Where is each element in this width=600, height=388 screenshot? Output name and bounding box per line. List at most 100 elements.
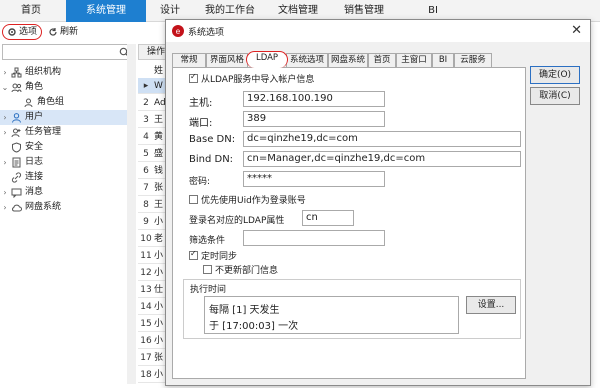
tree-item-label: 角色 <box>25 82 44 92</box>
svg-text:e: e <box>176 27 181 36</box>
cell: Ad <box>154 98 166 108</box>
link-icon <box>10 172 22 184</box>
cancel-button[interactable]: 取消(C) <box>530 87 580 105</box>
no-dept-update-label: 不更新部门信息 <box>215 266 279 276</box>
tree-item-messages[interactable]: › 消息 <box>0 185 136 200</box>
cell: 小 <box>154 217 164 227</box>
refresh-button[interactable]: 刷新 <box>48 24 78 40</box>
user-icon <box>10 112 22 124</box>
cloud-icon <box>10 202 22 214</box>
schedule-settings-button[interactable]: 设置... <box>466 296 516 314</box>
tree-item-label: 安全 <box>25 142 44 152</box>
scheduled-sync-label: 定时同步 <box>201 252 238 262</box>
cell: 王 <box>154 115 164 125</box>
cell: 盛 <box>154 149 164 159</box>
no-dept-update-checkbox[interactable] <box>203 265 212 274</box>
schedule-label: 执行时间 <box>190 285 227 295</box>
cell: 小 <box>154 268 164 278</box>
port-label: 端口: <box>189 118 213 129</box>
expand-arrow-icon[interactable]: › <box>0 155 10 170</box>
basedn-input[interactable]: dc=qinzhe19,dc=com <box>243 131 521 147</box>
options-button[interactable]: 选项 <box>2 24 43 40</box>
expand-arrow-icon[interactable]: › <box>0 110 10 125</box>
cell: 仕 <box>154 285 164 295</box>
expand-arrow-icon[interactable]: › <box>0 185 10 200</box>
nav-system-management[interactable]: 系统管理 <box>66 0 146 22</box>
ldap-attr-label: 登录名对应的LDAP属性 <box>189 216 285 226</box>
tree-search-input[interactable] <box>2 44 134 60</box>
schedule-line-1: 每隔 [1] 天发生 <box>209 305 280 316</box>
dialog-tabs: 常规 界面风格 LDAP 系统选项 网盘系统 首页 主窗口 BI 云服务 <box>172 51 518 68</box>
tab-cloud-service[interactable]: 云服务 <box>454 53 492 67</box>
filter-label: 筛选条件 <box>189 236 226 246</box>
dialog-title: 系统选项 <box>188 28 225 38</box>
schedule-display: 每隔 [1] 天发生 于 [17:00:03] 一次 <box>204 296 459 334</box>
cell: 老 <box>154 234 164 244</box>
tab-system-options[interactable]: 系统选项 <box>286 53 328 67</box>
tab-ldap[interactable]: LDAP <box>246 51 288 68</box>
tree-item-label: 任务管理 <box>25 127 62 137</box>
tree-item-roles[interactable]: ⌄ 角色 <box>0 80 136 95</box>
collapse-arrow-icon[interactable]: ⌄ <box>0 80 10 95</box>
close-icon[interactable]: ✕ <box>571 23 582 38</box>
role-group-icon <box>22 97 34 109</box>
gear-icon <box>8 28 16 36</box>
port-input[interactable]: 389 <box>243 111 385 127</box>
import-ldap-checkbox[interactable] <box>189 72 198 83</box>
app-logo-icon: e <box>172 25 184 37</box>
tab-main-window[interactable]: 主窗口 <box>396 53 432 67</box>
cell: 黄 <box>154 132 164 142</box>
dialog-titlebar: e 系统选项 ✕ <box>166 20 590 42</box>
use-uid-label: 优先使用Uid作为登录账号 <box>201 196 306 206</box>
tab-cloud-disk[interactable]: 网盘系统 <box>328 53 368 67</box>
tree-item-label: 连接 <box>25 172 44 182</box>
tree-item-label: 消息 <box>25 187 44 197</box>
tree-item-label: 组织机构 <box>25 67 62 77</box>
refresh-icon <box>49 28 57 36</box>
tree-item-label: 角色组 <box>37 97 65 107</box>
tree-item-label: 网盘系统 <box>25 202 62 212</box>
expand-arrow-icon[interactable]: › <box>0 200 10 215</box>
expand-arrow-icon[interactable]: › <box>0 125 10 140</box>
nav-home[interactable]: 首页 <box>0 0 62 22</box>
schedule-group: 执行时间 每隔 [1] 天发生 于 [17:00:03] 一次 设置... <box>183 279 521 339</box>
host-input[interactable]: 192.168.100.190 <box>243 91 385 107</box>
tab-general[interactable]: 常规 <box>172 53 206 67</box>
cell: 张 <box>154 183 164 193</box>
ldap-panel: 从LDAP服务中导入帐户信息 主机: 192.168.100.190 端口: 3… <box>172 67 526 379</box>
cell: 小 <box>154 370 164 380</box>
host-label: 主机: <box>189 98 213 109</box>
tree-item-role-group[interactable]: 角色组 <box>0 95 136 110</box>
tree-scrollbar[interactable] <box>127 44 136 384</box>
refresh-label: 刷新 <box>60 27 79 37</box>
filter-input[interactable] <box>243 230 385 246</box>
binddn-input[interactable]: cn=Manager,dc=qinzhe19,dc=com <box>243 151 521 167</box>
task-icon <box>10 127 22 139</box>
tree-item-logs[interactable]: › 日志 <box>0 155 136 170</box>
expand-arrow-icon[interactable]: › <box>0 65 10 80</box>
message-icon <box>10 187 22 199</box>
ok-button[interactable]: 确定(O) <box>530 66 580 84</box>
tree-item-security[interactable]: 安全 <box>0 140 136 155</box>
password-label: 密码: <box>189 177 211 187</box>
password-input[interactable]: ***** <box>243 171 385 187</box>
tab-ui-style[interactable]: 界面风格 <box>206 53 248 67</box>
tree-item-organization[interactable]: › 组织机构 <box>0 65 136 80</box>
log-icon <box>10 157 22 169</box>
tree-item-task-management[interactable]: › 任务管理 <box>0 125 136 140</box>
cell: W <box>154 81 163 91</box>
use-uid-checkbox[interactable] <box>189 195 198 204</box>
ldap-attr-input[interactable]: cn <box>302 210 354 226</box>
import-ldap-label: 从LDAP服务中导入帐户信息 <box>201 75 315 85</box>
tab-bi[interactable]: BI <box>432 53 454 67</box>
organization-icon <box>10 67 22 79</box>
binddn-label: Bind DN: <box>189 154 234 165</box>
tree-item-cloud-disk[interactable]: › 网盘系统 <box>0 200 136 215</box>
system-options-dialog: e 系统选项 ✕ 常规 界面风格 LDAP 系统选项 网盘系统 首页 主窗口 B… <box>165 19 591 386</box>
cell: 小 <box>154 319 164 329</box>
tree-item-users[interactable]: › 用户 <box>0 110 136 125</box>
scheduled-sync-checkbox[interactable] <box>189 249 198 260</box>
tree-item-connections[interactable]: 连接 <box>0 170 136 185</box>
basedn-label: Base DN: <box>189 134 236 145</box>
tab-homepage[interactable]: 首页 <box>368 53 396 67</box>
